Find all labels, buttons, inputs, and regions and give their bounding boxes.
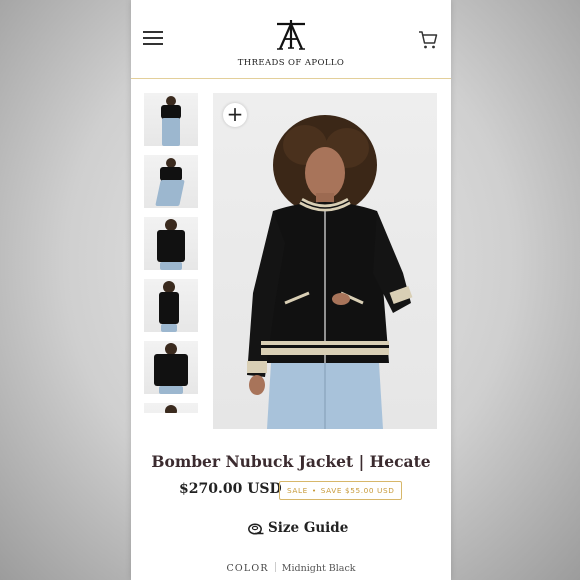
color-value: Midnight Black <box>281 563 356 574</box>
hamburger-menu-icon <box>143 31 163 33</box>
menu-button[interactable] <box>143 31 163 47</box>
size-guide-label: Size Guide <box>268 520 349 536</box>
cart-button[interactable] <box>417 29 439 51</box>
color-selector: COLOR Midnight Black <box>131 562 451 574</box>
thumbnail-6[interactable] <box>144 403 198 413</box>
sale-separator: • <box>311 486 317 495</box>
product-price: $270.00 USD <box>179 481 282 497</box>
color-label: COLOR <box>226 563 269 574</box>
thumbnail-2[interactable] <box>144 155 198 208</box>
save-amount: SAVE $55.00 USD <box>320 486 395 495</box>
color-divider <box>274 562 276 572</box>
brand-logo[interactable]: THREADS OF APOLLO <box>231 18 351 70</box>
product-main-image[interactable]: + <box>213 93 437 429</box>
thumbnail-4[interactable] <box>144 279 198 332</box>
thumbnail-list <box>144 93 198 413</box>
sale-badge: SALE • SAVE $55.00 USD <box>279 481 403 500</box>
shopping-cart-icon <box>419 31 438 49</box>
brand-name: THREADS OF APOLLO <box>237 58 345 68</box>
thumbnail-1[interactable] <box>144 93 198 146</box>
phone-screen: THREADS OF APOLLO + Bomber Nubuck Jacket… <box>131 0 451 580</box>
model-jacket-illustration <box>247 115 413 429</box>
zoom-button[interactable]: + <box>223 103 247 127</box>
thumbnail-3[interactable] <box>144 217 198 270</box>
tape-measure-icon <box>248 523 264 535</box>
size-guide-link[interactable]: Size Guide <box>248 520 348 540</box>
sale-label: SALE <box>287 486 308 495</box>
thumbnail-5[interactable] <box>144 341 198 394</box>
site-header: THREADS OF APOLLO <box>131 0 451 79</box>
monogram-logo-icon <box>277 20 305 50</box>
product-title: Bomber Nubuck Jacket | Hecate <box>151 452 431 471</box>
